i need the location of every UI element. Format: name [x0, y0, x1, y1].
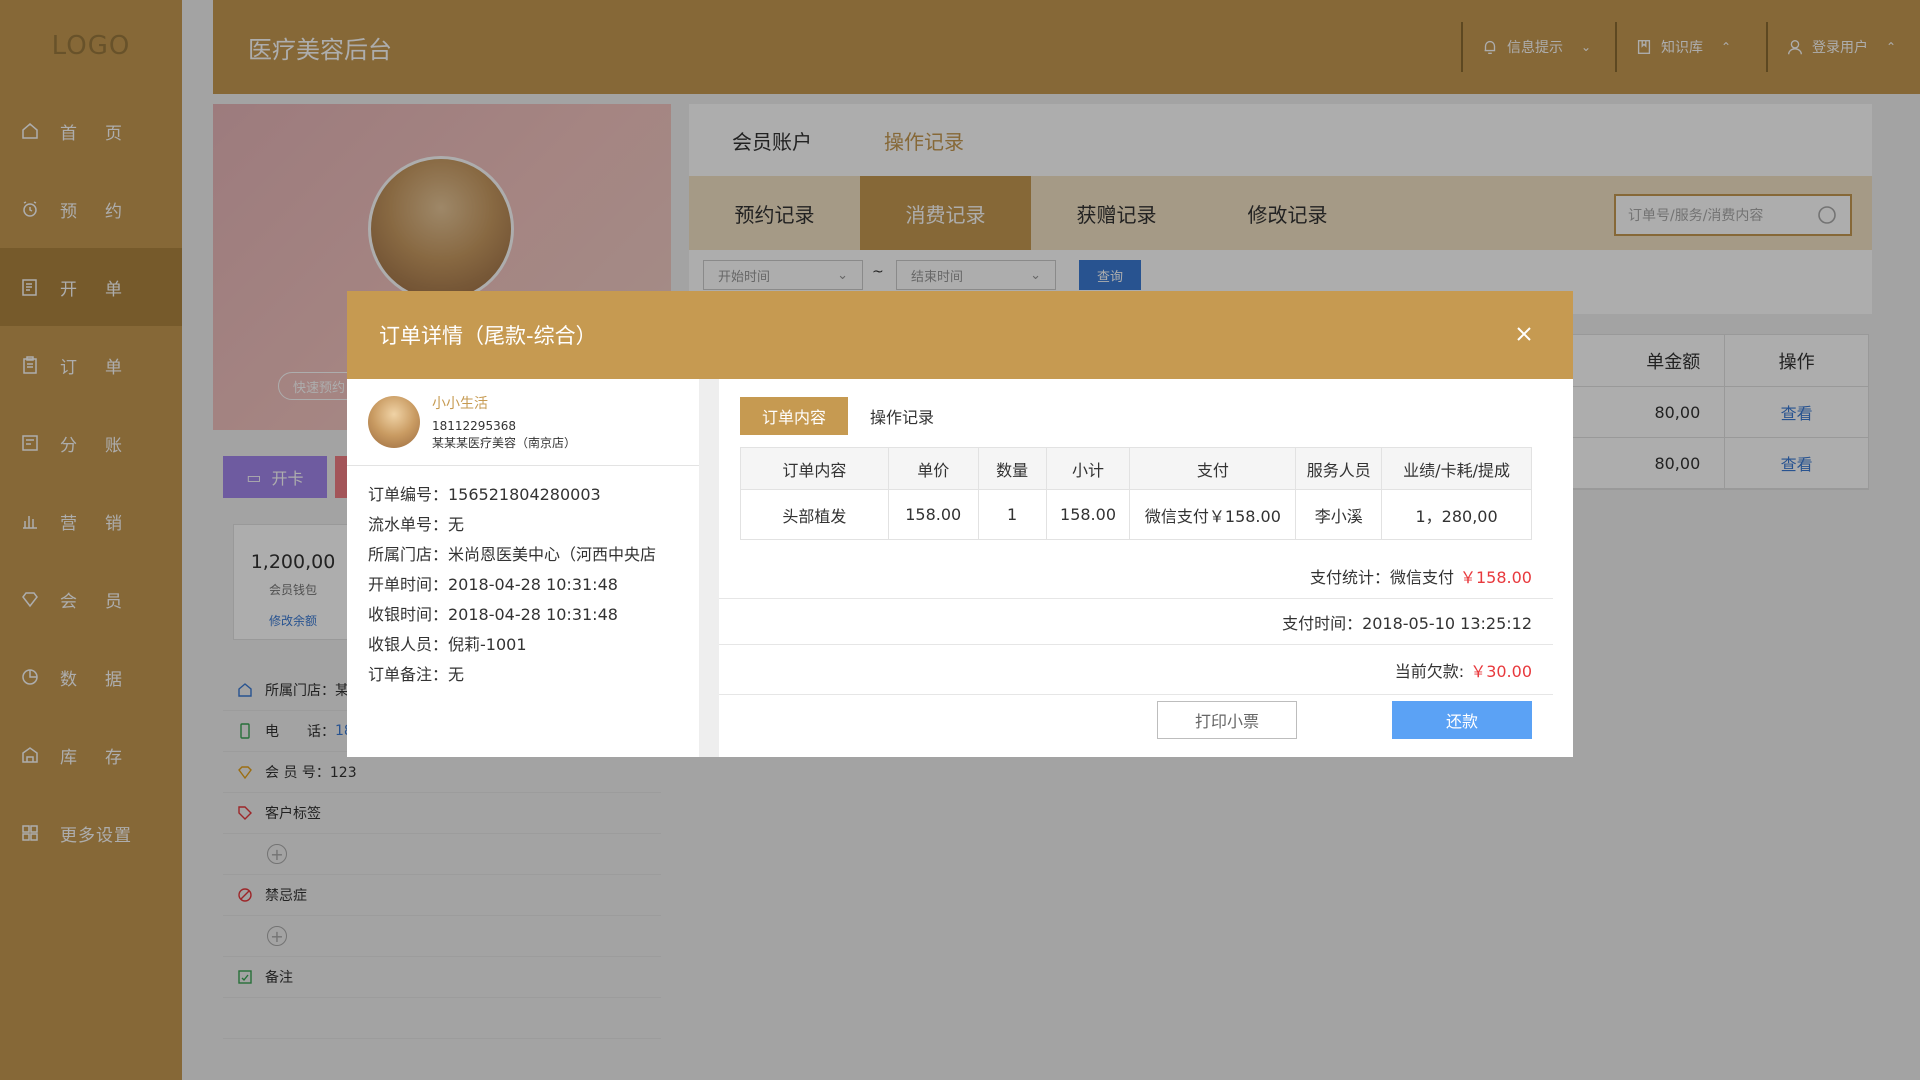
- cell-qty: 1: [977, 489, 1047, 540]
- cashier: 收银人员：倪莉-1001: [368, 635, 527, 654]
- customer-store: 某某某医疗美容（南京店）: [432, 436, 577, 450]
- col-performance: 业绩/卡耗/提成: [1381, 447, 1532, 490]
- cell-item: 头部植发: [740, 489, 889, 540]
- col-payment: 支付: [1129, 447, 1297, 490]
- modal-body: 小小生活 18112295368 某某某医疗美容（南京店） 订单编号：15652…: [347, 379, 1573, 757]
- open-time: 开单时间：2018-04-28 10:31:48: [368, 575, 618, 594]
- payment-summary-value: ￥158.00: [1460, 567, 1532, 587]
- order-tabs: 订单内容 操作记录: [740, 397, 956, 435]
- customer-phone: 18112295368: [432, 419, 516, 433]
- table-header-row: 订单内容 单价 数量 小计 支付 服务人员 业绩/卡耗/提成: [740, 447, 1532, 490]
- col-price: 单价: [887, 447, 979, 490]
- avatar: [368, 396, 420, 448]
- close-button[interactable]: [1511, 321, 1537, 347]
- cashier-time: 收银时间：2018-04-28 10:31:48: [368, 605, 618, 624]
- payment-summary-label: 支付统计：微信支付: [1309, 567, 1454, 587]
- current-debt: 当前欠款: ￥30.00: [719, 645, 1553, 695]
- order-detail-modal: 订单详情（尾款-综合） 小小生活 18112295368 某某某医疗美容（南京店…: [347, 291, 1573, 757]
- debt-label: 当前欠款:: [1394, 661, 1465, 681]
- order-store: 所属门店：米尚恩医美中心（河西中央店: [368, 545, 657, 564]
- customer-name: 小小生活: [432, 396, 488, 412]
- order-fields: 订单编号：156521804280003 流水单号：无 所属门店：米尚恩医美中心…: [347, 466, 699, 690]
- cell-price: 158.00: [887, 489, 979, 540]
- repay-button[interactable]: 还款: [1392, 701, 1532, 739]
- order-number: 订单编号：156521804280003: [368, 485, 601, 504]
- modal-header: 订单详情（尾款-综合）: [347, 291, 1573, 379]
- cell-performance: 1，280,00: [1381, 489, 1532, 540]
- cell-payment: 微信支付￥158.00: [1129, 489, 1297, 540]
- table-row: 头部植发 158.00 1 158.00 微信支付￥158.00 李小溪 1，2…: [740, 489, 1532, 540]
- order-content-panel: 订单内容 操作记录 订单内容 单价 数量 小计 支付 服务人员 业绩/卡耗/提成: [719, 379, 1553, 757]
- col-item: 订单内容: [740, 447, 889, 490]
- order-remark: 订单备注：无: [368, 665, 465, 684]
- tab-order-log[interactable]: 操作记录: [848, 397, 956, 435]
- col-qty: 数量: [977, 447, 1047, 490]
- close-icon: [1517, 327, 1531, 341]
- order-items-table: 订单内容 单价 数量 小计 支付 服务人员 业绩/卡耗/提成 头部植发 158.…: [740, 447, 1532, 540]
- payment-summary: 支付统计：微信支付 ￥158.00: [719, 553, 1553, 599]
- modal-title: 订单详情（尾款-综合）: [379, 324, 597, 348]
- payment-time: 支付时间：2018-05-10 13:25:12: [719, 599, 1553, 645]
- cell-subtotal: 158.00: [1045, 489, 1131, 540]
- print-receipt-button[interactable]: 打印小票: [1157, 701, 1297, 739]
- payment-time-text: 支付时间：2018-05-10 13:25:12: [1282, 613, 1532, 633]
- tab-order-content[interactable]: 订单内容: [740, 397, 849, 435]
- cell-staff: 李小溪: [1295, 489, 1383, 540]
- serial-number: 流水单号：无: [368, 515, 465, 534]
- debt-value: ￥30.00: [1470, 661, 1532, 681]
- customer-card: 小小生活 18112295368 某某某医疗美容（南京店）: [347, 379, 699, 466]
- col-staff: 服务人员: [1295, 447, 1383, 490]
- order-info-panel: 小小生活 18112295368 某某某医疗美容（南京店） 订单编号：15652…: [347, 379, 719, 757]
- col-subtotal: 小计: [1045, 447, 1131, 490]
